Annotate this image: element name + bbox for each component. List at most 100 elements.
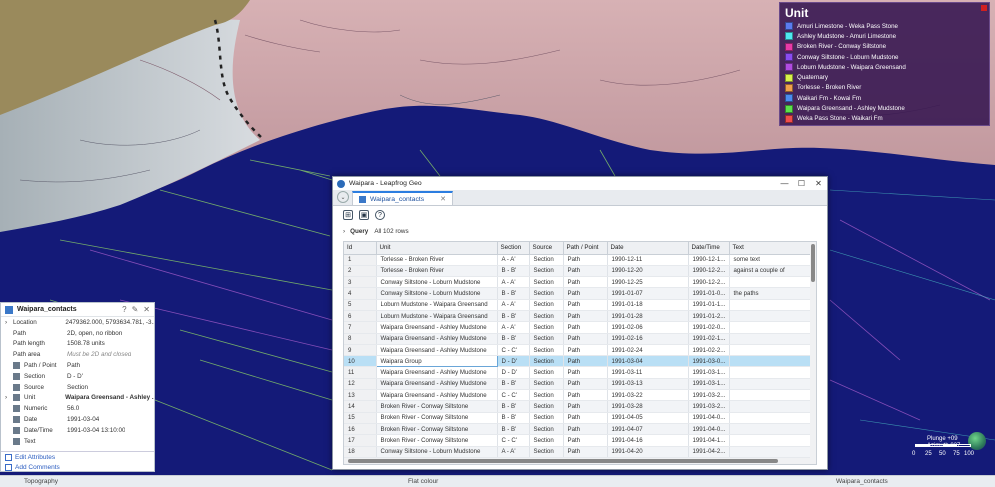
table-cell[interactable]: A - A' [497, 276, 530, 289]
table-cell[interactable]: Section [529, 265, 564, 278]
table-cell[interactable]: 1991-02-16 [607, 333, 689, 345]
table-cell[interactable]: Section [529, 276, 564, 289]
table-cell[interactable]: B - B' [497, 378, 530, 391]
table-cell[interactable]: Path [563, 299, 608, 311]
table-cell[interactable]: 1991-04-2... [688, 446, 730, 458]
table-cell[interactable] [729, 400, 813, 413]
table-cell[interactable]: Broken River - Conway Siltstone [376, 434, 498, 447]
table-cell[interactable]: Broken River - Conway Siltstone [376, 412, 498, 424]
status-flat-colour[interactable]: Flat colour [408, 478, 438, 485]
table-cell[interactable]: 1991-03-04 [607, 355, 689, 368]
add-comments-link[interactable]: Add Comments [1, 462, 154, 472]
property-value[interactable]: D - D' [67, 373, 83, 380]
table-cell[interactable]: Path [563, 344, 608, 357]
table-cell[interactable]: Torlesse - Broken River [376, 254, 498, 266]
table-row[interactable]: 17 Broken River - Conway Siltstone C - C' S… [344, 434, 813, 447]
column-header[interactable]: Unit [376, 242, 498, 255]
table-cell[interactable]: C - C' [497, 389, 530, 402]
table-cell[interactable]: D - D' [497, 366, 530, 379]
close-icon[interactable]: ✕ [143, 305, 150, 314]
table-cell[interactable]: Path [563, 434, 608, 447]
table-cell[interactable]: A - A' [497, 321, 530, 334]
table-cell[interactable]: 1991-04-20 [607, 446, 689, 458]
table-cell[interactable]: 1991-04-05 [607, 412, 689, 424]
property-value[interactable]: Section [67, 384, 88, 391]
table-cell[interactable]: 1990-12-20 [607, 265, 689, 278]
table-row[interactable]: 10 Waipara Group D - D' Section Path 1991-03-… [344, 355, 813, 368]
row-id-cell[interactable]: 15 [344, 412, 377, 424]
row-id-cell[interactable]: 3 [344, 276, 377, 289]
table-cell[interactable]: against a couple of [729, 265, 813, 278]
table-cell[interactable]: B - B' [497, 265, 530, 278]
table-cell[interactable] [729, 333, 813, 345]
table-cell[interactable]: 1991-01-07 [607, 287, 689, 300]
table-cell[interactable]: 1991-03-2... [688, 389, 730, 402]
table-cell[interactable]: 1991-01-0... [688, 287, 730, 300]
table-cell[interactable]: 1990-12-2... [688, 265, 730, 278]
table-cell[interactable]: Section [529, 321, 564, 334]
help-icon[interactable]: ? [122, 305, 126, 314]
row-id-cell[interactable]: 1 [344, 254, 377, 266]
table-cell[interactable]: A - A' [497, 254, 530, 266]
table-cell[interactable]: Section [529, 366, 564, 379]
table-cell[interactable]: Conway Siltstone - Loburn Mudstone [376, 276, 498, 289]
status-contacts[interactable]: Waipara_contacts [836, 478, 888, 485]
table-cell[interactable]: Waipara Greensand - Ashley Mudstone [376, 366, 498, 379]
table-cell[interactable]: 1991-02-1... [688, 333, 730, 345]
status-topography[interactable]: Topography [24, 478, 58, 485]
table-cell[interactable]: 1991-04-07 [607, 423, 689, 436]
table-cell[interactable] [729, 423, 813, 436]
table-cell[interactable]: C - C' [497, 344, 530, 357]
column-header[interactable]: Section [497, 242, 530, 255]
table-cell[interactable]: Section [529, 355, 564, 368]
table-cell[interactable]: B - B' [497, 400, 530, 413]
table-cell[interactable]: Path [563, 333, 608, 345]
table-cell[interactable]: 1991-01-28 [607, 310, 689, 323]
table-cell[interactable]: Loburn Mudstone - Waipara Greensand [376, 299, 498, 311]
table-cell[interactable] [729, 412, 813, 424]
edit-icon[interactable]: ✎ [132, 305, 139, 314]
window-titlebar[interactable]: Waipara - Leapfrog Geo — ☐ ✕ [333, 177, 827, 190]
table-cell[interactable]: 1991-02-2... [688, 344, 730, 357]
table-cell[interactable]: Waipara Group [375, 355, 498, 368]
table-cell[interactable]: 1991-03-1... [688, 366, 730, 379]
property-value[interactable]: 1991-03-04 13:10:00 [67, 427, 125, 434]
table-cell[interactable]: B - B' [497, 423, 530, 436]
horizontal-scrollbar[interactable] [344, 458, 812, 464]
table-cell[interactable]: B - B' [497, 287, 530, 300]
table-cell[interactable]: Conway Siltstone - Loburn Mudstone [376, 446, 498, 458]
table-cell[interactable] [729, 389, 813, 402]
table-cell[interactable]: Path [563, 287, 608, 300]
table-row[interactable]: 5 Loburn Mudstone - Waipara Greensand A - … [344, 299, 813, 311]
vertical-scroll-thumb[interactable] [811, 244, 815, 282]
table-cell[interactable] [729, 366, 813, 379]
table-cell[interactable]: Path [563, 321, 608, 334]
edit-attributes-link[interactable]: Edit Attributes [1, 452, 154, 462]
table-cell[interactable]: 1990-12-11 [607, 254, 689, 266]
property-value[interactable]: 1991-03-04 [67, 416, 99, 423]
save-icon[interactable]: ▣ [359, 210, 369, 220]
row-id-cell[interactable]: 10 [344, 355, 377, 368]
table-cell[interactable]: 1991-04-0... [688, 412, 730, 424]
row-id-cell[interactable]: 17 [344, 434, 377, 447]
table-cell[interactable] [729, 355, 813, 368]
table-cell[interactable]: 1991-03-13 [607, 378, 689, 391]
row-id-cell[interactable]: 16 [344, 423, 377, 436]
query-bar[interactable]: › Query All 102 rows [333, 224, 827, 238]
table-row[interactable]: 9 Waipara Greensand - Ashley Mudstone C - … [344, 344, 813, 357]
table-cell[interactable] [729, 276, 813, 289]
property-value[interactable]: Waipara Greensand - Ashley ... [65, 394, 154, 401]
expand-chevron-icon[interactable]: › [5, 394, 7, 401]
table-row[interactable]: 1 Torlesse - Broken River A - A' Section Pat… [344, 254, 813, 266]
row-id-cell[interactable]: 2 [344, 265, 377, 278]
table-cell[interactable]: Torlesse - Broken River [376, 265, 498, 278]
table-row[interactable]: 14 Broken River - Conway Siltstone B - B' S… [344, 400, 813, 413]
table-cell[interactable]: Section [529, 333, 564, 345]
tab-close-icon[interactable]: ✕ [440, 195, 446, 203]
tab-waipara-contacts[interactable]: Waipara_contacts ✕ [352, 191, 453, 205]
table-cell[interactable]: B - B' [497, 412, 530, 424]
table-cell[interactable]: the paths [729, 287, 813, 300]
row-id-cell[interactable]: 18 [344, 446, 377, 458]
filter-icon[interactable]: ⊞ [343, 210, 353, 220]
column-header[interactable]: Date [607, 242, 689, 255]
